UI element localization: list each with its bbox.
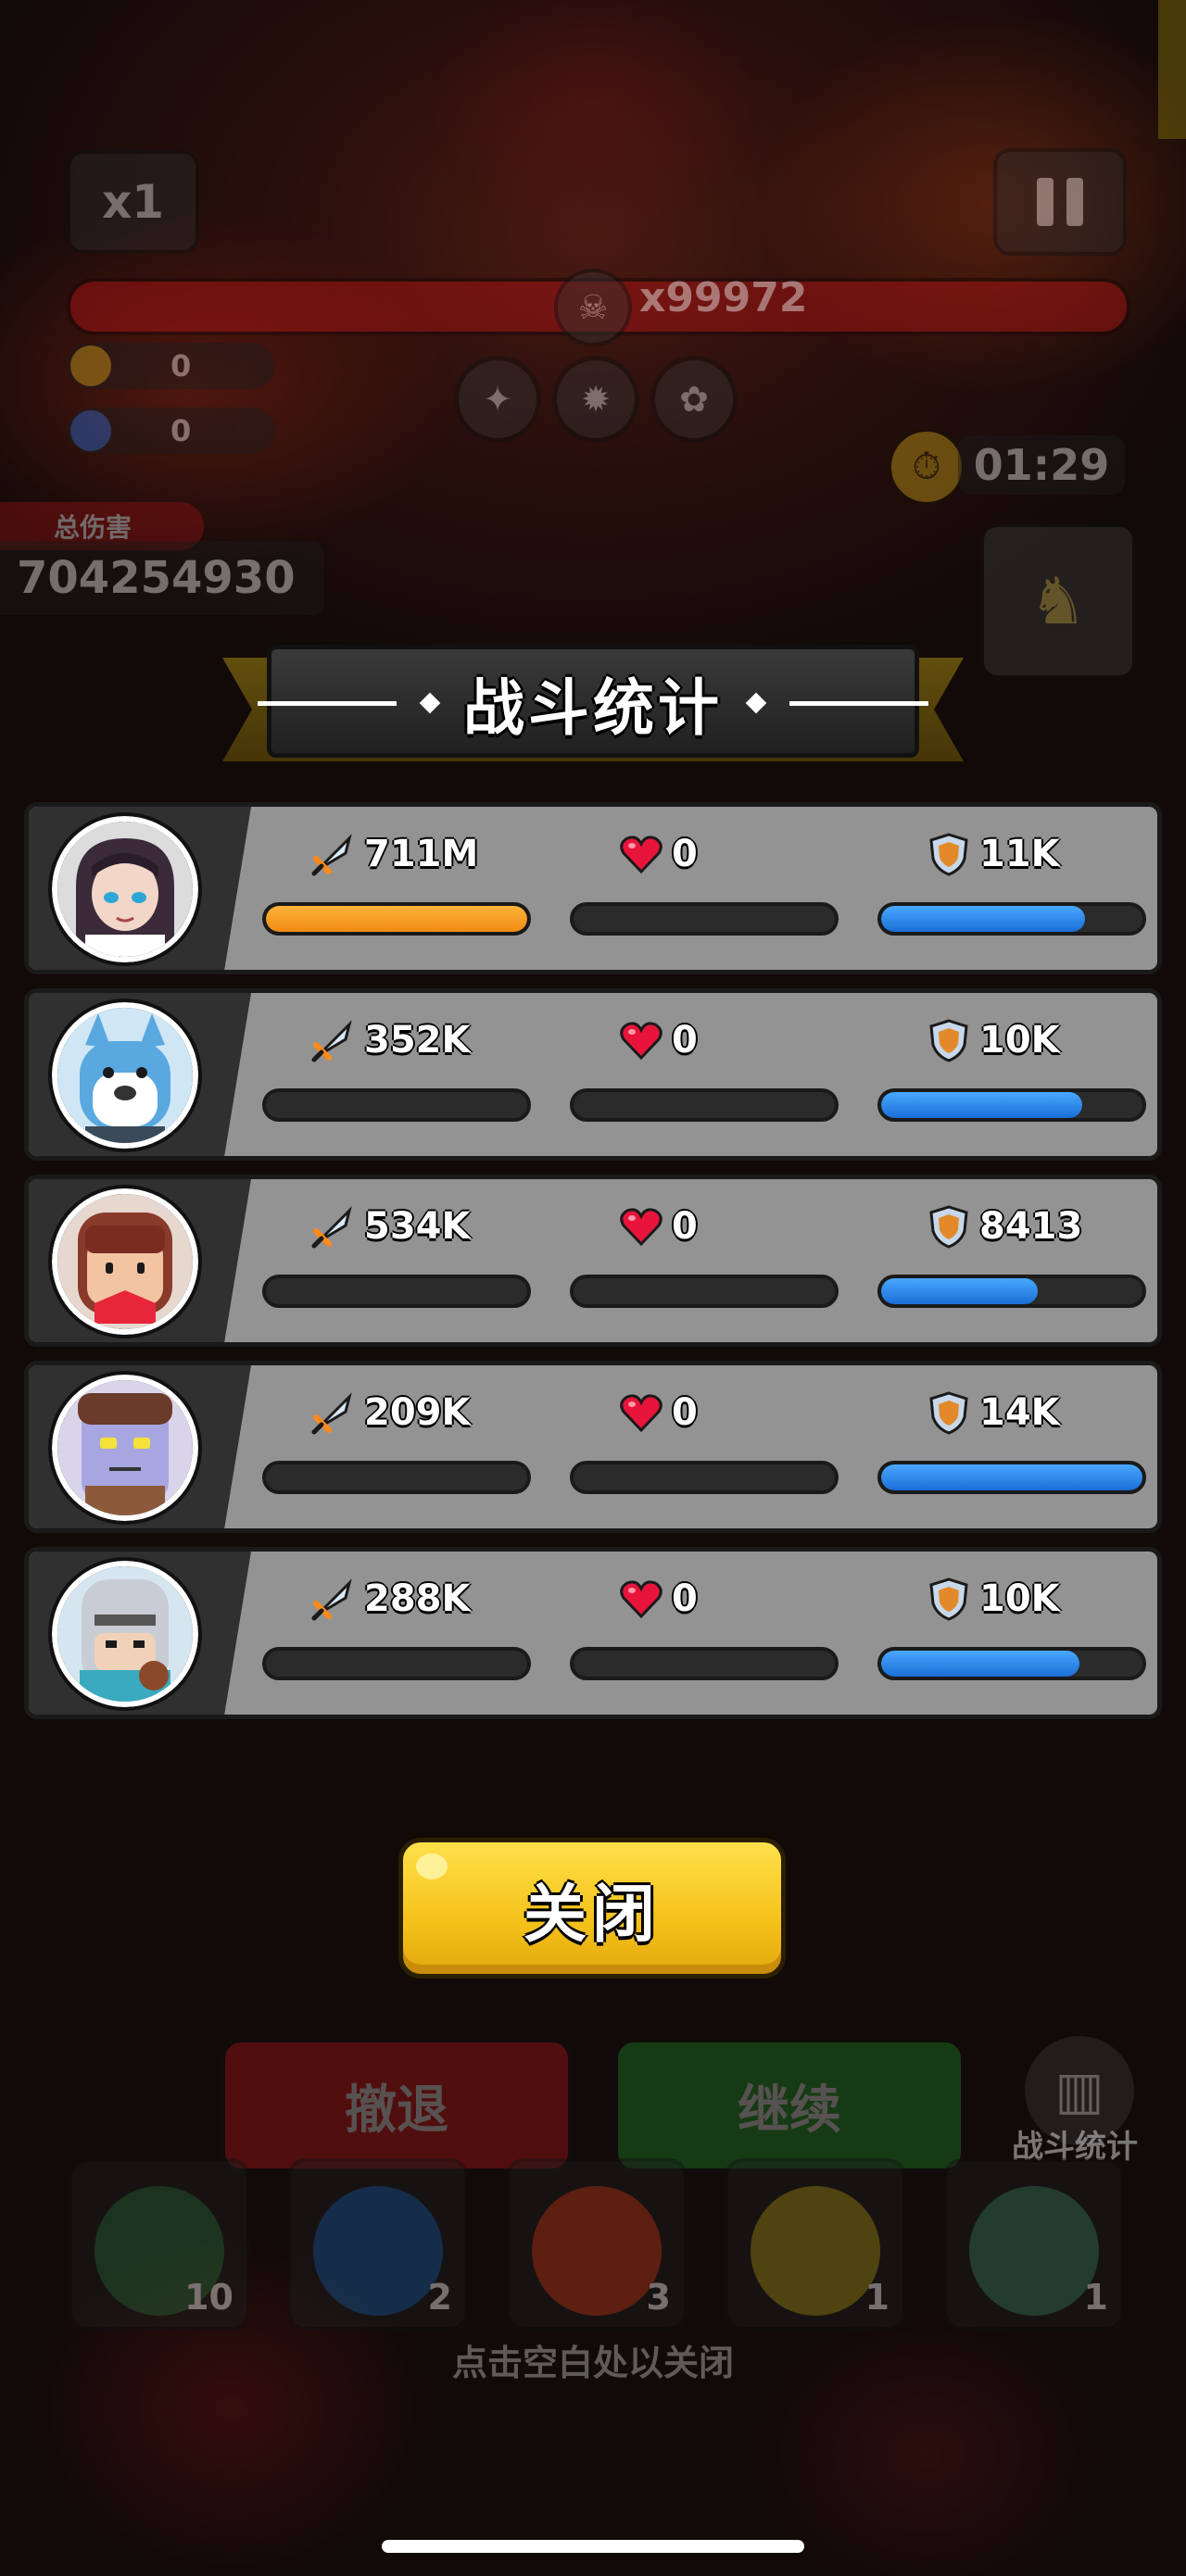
shield-icon bbox=[929, 1577, 968, 1621]
game-screen[interactable]: x1 ☠ x99972 0 0 ✦ ✹ ✿ ⏱ 01:29 总伤害 704254… bbox=[0, 0, 1186, 2576]
hero-avatar-2 bbox=[48, 999, 202, 1152]
hero-avatar-1 bbox=[48, 812, 202, 966]
pause-icon bbox=[1037, 178, 1054, 226]
buff-icon-1: ✦ bbox=[454, 356, 541, 443]
shield-stat: 11K bbox=[877, 807, 1152, 970]
shield-bar bbox=[877, 1275, 1146, 1308]
damage-stat: 209K bbox=[262, 1365, 536, 1528]
heal-bar bbox=[570, 1461, 839, 1494]
damage-bar bbox=[262, 1461, 531, 1494]
hero-row-2: 352K 0 10K bbox=[24, 988, 1162, 1161]
heart-icon bbox=[620, 836, 662, 874]
damage-stat: 711M bbox=[262, 807, 536, 970]
shield-stat: 10K bbox=[877, 993, 1152, 1156]
skill-slot-4[interactable]: 1 bbox=[725, 2158, 906, 2331]
boss-count: x99972 bbox=[639, 274, 808, 321]
skill-icon bbox=[532, 2186, 662, 2316]
heal-stat: 0 bbox=[570, 1365, 844, 1528]
gem-icon bbox=[70, 410, 111, 451]
sword-icon bbox=[311, 1578, 352, 1621]
background-edge bbox=[1158, 0, 1186, 139]
sword-icon bbox=[311, 1392, 352, 1435]
demon-skull-icon: ☠ bbox=[554, 269, 632, 346]
dialog-title-banner: 战斗统计 bbox=[222, 639, 964, 769]
hero-avatar-3 bbox=[48, 1185, 202, 1338]
gem-counter: 0 bbox=[67, 408, 275, 454]
shield-bar bbox=[877, 1647, 1146, 1680]
damage-stat: 288K bbox=[262, 1552, 536, 1715]
shield-icon bbox=[929, 833, 968, 876]
home-indicator[interactable] bbox=[382, 2540, 804, 2553]
retreat-button[interactable]: 撤退 bbox=[221, 2038, 573, 2173]
gold-counter: 0 bbox=[67, 343, 275, 389]
shield-stat: 8413 bbox=[877, 1179, 1152, 1342]
sword-icon bbox=[311, 1206, 352, 1249]
heal-stat: 0 bbox=[570, 807, 844, 970]
heal-bar bbox=[570, 902, 839, 936]
stopwatch-icon: ⏱ bbox=[888, 428, 965, 506]
timer: 01:29 bbox=[958, 435, 1125, 495]
heart-icon bbox=[620, 1580, 662, 1619]
close-button[interactable]: 关闭 bbox=[398, 1838, 786, 1979]
heal-bar bbox=[570, 1275, 839, 1308]
sword-icon bbox=[311, 1020, 352, 1062]
hero-row-3: 534K 0 8413 bbox=[24, 1175, 1162, 1347]
hero-row-5: 288K 0 10K bbox=[24, 1547, 1162, 1719]
hero-row-1: 711M 0 11K bbox=[24, 802, 1162, 974]
skill-slot-1[interactable]: 10 bbox=[69, 2158, 250, 2331]
heal-bar bbox=[570, 1088, 839, 1122]
damage-bar bbox=[262, 1275, 531, 1308]
dialog-title: 战斗统计 bbox=[463, 672, 723, 744]
skill-slot-3[interactable]: 3 bbox=[506, 2158, 688, 2331]
skill-icon bbox=[313, 2186, 443, 2316]
hero-avatar-4 bbox=[48, 1371, 202, 1525]
damage-bar bbox=[262, 1647, 531, 1680]
heal-bar bbox=[570, 1647, 839, 1680]
shield-stat: 14K bbox=[877, 1365, 1152, 1528]
total-damage-value: 704254930 bbox=[0, 541, 324, 615]
continue-button[interactable]: 继续 bbox=[613, 2038, 965, 2173]
damage-stat: 534K bbox=[262, 1179, 536, 1342]
damage-stat: 352K bbox=[262, 993, 536, 1156]
shield-icon bbox=[929, 1391, 968, 1435]
skill-slot-2[interactable]: 2 bbox=[287, 2158, 469, 2331]
pause-button[interactable] bbox=[993, 148, 1127, 256]
heal-stat: 0 bbox=[570, 1179, 844, 1342]
skill-icon bbox=[751, 2186, 880, 2316]
heal-stat: 0 bbox=[570, 993, 844, 1156]
shield-bar bbox=[877, 902, 1146, 936]
shield-icon bbox=[929, 1205, 968, 1249]
hero-avatar-5 bbox=[48, 1557, 202, 1711]
coin-icon bbox=[70, 346, 111, 386]
sword-icon bbox=[311, 834, 352, 876]
skill-slot-5[interactable]: 1 bbox=[943, 2158, 1125, 2331]
damage-bar bbox=[262, 1088, 531, 1122]
buff-icon-3: ✿ bbox=[650, 356, 738, 443]
skill-icon bbox=[969, 2186, 1099, 2316]
hero-row-4: 209K 0 14K bbox=[24, 1361, 1162, 1533]
buff-icon-2: ✹ bbox=[552, 356, 639, 443]
tap-to-close-hint: 点击空白处以关闭 bbox=[451, 2343, 734, 2383]
heart-icon bbox=[620, 1022, 662, 1061]
heart-icon bbox=[620, 1208, 662, 1247]
damage-bar bbox=[262, 902, 531, 936]
shield-icon bbox=[929, 1019, 968, 1062]
shield-bar bbox=[877, 1461, 1146, 1494]
heart-icon bbox=[620, 1394, 662, 1433]
boss-portrait: ♞ bbox=[980, 523, 1136, 679]
heal-stat: 0 bbox=[570, 1552, 844, 1715]
shield-stat: 10K bbox=[877, 1552, 1152, 1715]
shield-bar bbox=[877, 1088, 1146, 1122]
speed-button[interactable]: x1 bbox=[67, 150, 199, 254]
